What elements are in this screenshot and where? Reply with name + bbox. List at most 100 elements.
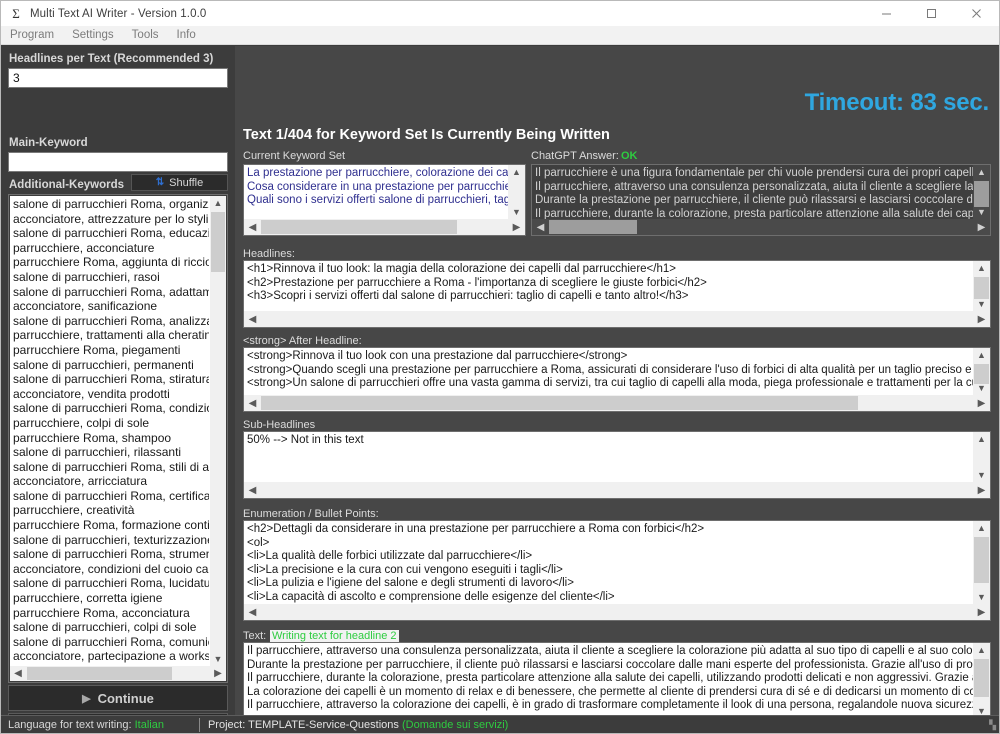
list-item[interactable]: salone di parrucchieri Roma, strumenti p… <box>13 547 209 562</box>
scroll-left-icon[interactable]: ◀ <box>244 604 261 620</box>
list-item[interactable]: parrucchiere Roma, acconciatura <box>13 606 209 621</box>
scroll-down-icon[interactable]: ▼ <box>508 205 525 219</box>
list-item[interactable]: salone di parrucchieri Roma, lucidatura <box>13 576 209 591</box>
list-item[interactable]: acconciatore, attrezzature per lo stylin… <box>13 212 209 227</box>
headlines-textarea[interactable]: <h1>Rinnova il tuo look: la magia della … <box>243 260 991 328</box>
scroll-left-icon[interactable]: ◀ <box>244 482 261 498</box>
list-item[interactable]: salone di parrucchieri Roma, stili di ac… <box>13 460 209 475</box>
scroll-up-icon[interactable]: ▲ <box>210 196 226 210</box>
scroll-thumb[interactable] <box>211 212 225 272</box>
horizontal-scrollbar[interactable]: ◀ ▶ <box>244 311 990 327</box>
scroll-right-icon[interactable]: ▶ <box>973 482 990 498</box>
list-item[interactable]: salone di parrucchieri, permanenti <box>13 358 209 373</box>
main-keyword-input[interactable] <box>8 152 228 172</box>
list-item[interactable]: parrucchiere, acconciature <box>13 241 209 256</box>
list-item[interactable]: salone di parrucchieri Roma, comunicazio… <box>13 635 209 650</box>
scroll-thumb[interactable] <box>549 220 637 234</box>
list-item[interactable]: salone di parrucchieri Roma, stiratura <box>13 372 209 387</box>
list-item[interactable]: parrucchiere, creatività <box>13 503 209 518</box>
vertical-scrollbar[interactable]: ▲ ▼ <box>973 521 990 604</box>
additional-keywords-list[interactable]: salone di parrucchieri Roma, organizzazi… <box>10 196 209 666</box>
continue-button[interactable]: ▶ Continue <box>8 685 228 711</box>
list-item[interactable]: salone di parrucchieri Roma, certificazi… <box>13 489 209 504</box>
additional-keywords-listbox[interactable]: salone di parrucchieri Roma, organizzazi… <box>8 194 228 683</box>
scroll-thumb[interactable] <box>261 396 858 410</box>
list-item[interactable]: parrucchiere Roma, aggiunta di riccioli <box>13 255 209 270</box>
list-item[interactable]: acconciatore, sanificazione <box>13 299 209 314</box>
after-headline-textarea[interactable]: <strong>Rinnova il tuo look con una pres… <box>243 347 991 412</box>
minimize-icon[interactable] <box>864 1 909 26</box>
horizontal-scrollbar[interactable]: ◀ ▶ <box>244 219 525 235</box>
shuffle-button[interactable]: ⇅ Shuffle <box>131 174 228 191</box>
list-item[interactable]: salone di parrucchieri Roma, organizzazi… <box>13 197 209 212</box>
vertical-scrollbar[interactable]: ▲ ▼ <box>973 643 990 718</box>
vertical-scrollbar[interactable]: ▲ ▼ <box>973 261 990 311</box>
sub-headlines-content[interactable]: 50% --> Not in this text <box>244 432 973 482</box>
scroll-left-icon[interactable]: ◀ <box>10 666 26 681</box>
scroll-up-icon[interactable]: ▲ <box>973 261 990 275</box>
list-item[interactable]: salone di parrucchieri, texturizzazione … <box>13 533 209 548</box>
scroll-thumb[interactable] <box>261 220 457 234</box>
list-item[interactable]: parrucchiere Roma, piegamenti <box>13 343 209 358</box>
scroll-down-icon[interactable]: ▼ <box>973 381 990 395</box>
close-icon[interactable] <box>954 1 999 26</box>
scroll-up-icon[interactable]: ▲ <box>508 165 525 179</box>
scroll-thumb[interactable] <box>974 181 989 207</box>
scroll-right-icon[interactable]: ▶ <box>973 604 990 620</box>
headlines-per-text-input[interactable]: 3 <box>8 68 228 88</box>
menu-item-program[interactable]: Program <box>1 26 63 44</box>
enumeration-content[interactable]: <h2>Dettagli da considerare in una prest… <box>244 521 973 604</box>
text-content[interactable]: Il parrucchiere, attraverso una consulen… <box>244 643 973 718</box>
scroll-up-icon[interactable]: ▲ <box>973 348 990 362</box>
scroll-up-icon[interactable]: ▲ <box>973 521 990 535</box>
scroll-down-icon[interactable]: ▼ <box>973 468 990 482</box>
vertical-scrollbar[interactable]: ▲ ▼ <box>508 165 525 219</box>
resize-grip-icon[interactable]: ▚ <box>984 719 996 731</box>
list-item[interactable]: acconciatore, condizioni del cuoio capel… <box>13 562 209 577</box>
scroll-up-icon[interactable]: ▲ <box>973 432 990 446</box>
list-item[interactable]: parrucchiere Roma, shampoo <box>13 431 209 446</box>
list-item[interactable]: parrucchiere, colpi di sole <box>13 416 209 431</box>
list-item[interactable]: parrucchiere, corretta igiene <box>13 591 209 606</box>
list-item[interactable]: salone di parrucchieri, colpi di sole <box>13 620 209 635</box>
horizontal-scrollbar[interactable]: ◀ ▶ <box>532 219 990 235</box>
scroll-right-icon[interactable]: ▶ <box>210 666 226 681</box>
list-item[interactable]: parrucchiere, trattamenti alla cheratina <box>13 328 209 343</box>
list-item[interactable]: salone di parrucchieri, rilassanti <box>13 445 209 460</box>
scroll-left-icon[interactable]: ◀ <box>532 219 549 235</box>
scroll-thumb[interactable] <box>974 659 989 697</box>
current-keyword-set-textarea[interactable]: La prestazione per parrucchiere, coloraz… <box>243 164 526 236</box>
after-headline-content[interactable]: <strong>Rinnova il tuo look con una pres… <box>244 348 973 395</box>
scroll-thumb[interactable] <box>27 667 172 680</box>
menu-item-settings[interactable]: Settings <box>63 26 123 44</box>
horizontal-scrollbar[interactable]: ◀ ▶ <box>244 395 990 411</box>
list-item[interactable]: acconciatore, arricciatura <box>13 474 209 489</box>
vertical-scrollbar[interactable]: ▲ ▼ <box>973 348 990 395</box>
vertical-scrollbar[interactable]: ▲ ▼ <box>973 432 990 482</box>
list-item[interactable]: salone di parrucchieri, rasoi <box>13 270 209 285</box>
scroll-down-icon[interactable]: ▼ <box>973 297 990 311</box>
list-item[interactable]: acconciatore, partecipazione a workshop <box>13 649 209 664</box>
menu-item-tools[interactable]: Tools <box>123 26 168 44</box>
scroll-up-icon[interactable]: ▲ <box>973 165 990 179</box>
horizontal-scrollbar[interactable]: ◀ ▶ <box>244 604 990 620</box>
scroll-left-icon[interactable]: ◀ <box>244 311 261 327</box>
chatgpt-answer-content[interactable]: Il parrucchiere è una figura fondamental… <box>532 165 973 219</box>
list-item[interactable]: parrucchiere Roma, formazione continua <box>13 518 209 533</box>
keywords-vertical-scrollbar[interactable]: ▲ ▼ <box>210 196 226 666</box>
scroll-down-icon[interactable]: ▼ <box>973 590 990 604</box>
list-item[interactable]: acconciatore, vendita prodotti <box>13 387 209 402</box>
scroll-left-icon[interactable]: ◀ <box>244 395 261 411</box>
list-item[interactable]: salone di parrucchieri Roma, condizionam… <box>13 401 209 416</box>
list-item[interactable]: salone di parrucchieri Roma, analizzare … <box>13 314 209 329</box>
scroll-up-icon[interactable]: ▲ <box>973 643 990 657</box>
vertical-scrollbar[interactable]: ▲ ▼ <box>973 165 990 219</box>
scroll-right-icon[interactable]: ▶ <box>973 311 990 327</box>
scroll-right-icon[interactable]: ▶ <box>508 219 525 235</box>
scroll-left-icon[interactable]: ◀ <box>244 219 261 235</box>
maximize-icon[interactable] <box>909 1 954 26</box>
sub-headlines-textarea[interactable]: 50% --> Not in this text ▲ ▼ ◀ ▶ <box>243 431 991 499</box>
list-item[interactable]: salone di parrucchieri Roma, educazione … <box>13 226 209 241</box>
keywords-horizontal-scrollbar[interactable]: ◀ ▶ <box>10 666 226 681</box>
scroll-right-icon[interactable]: ▶ <box>973 219 990 235</box>
